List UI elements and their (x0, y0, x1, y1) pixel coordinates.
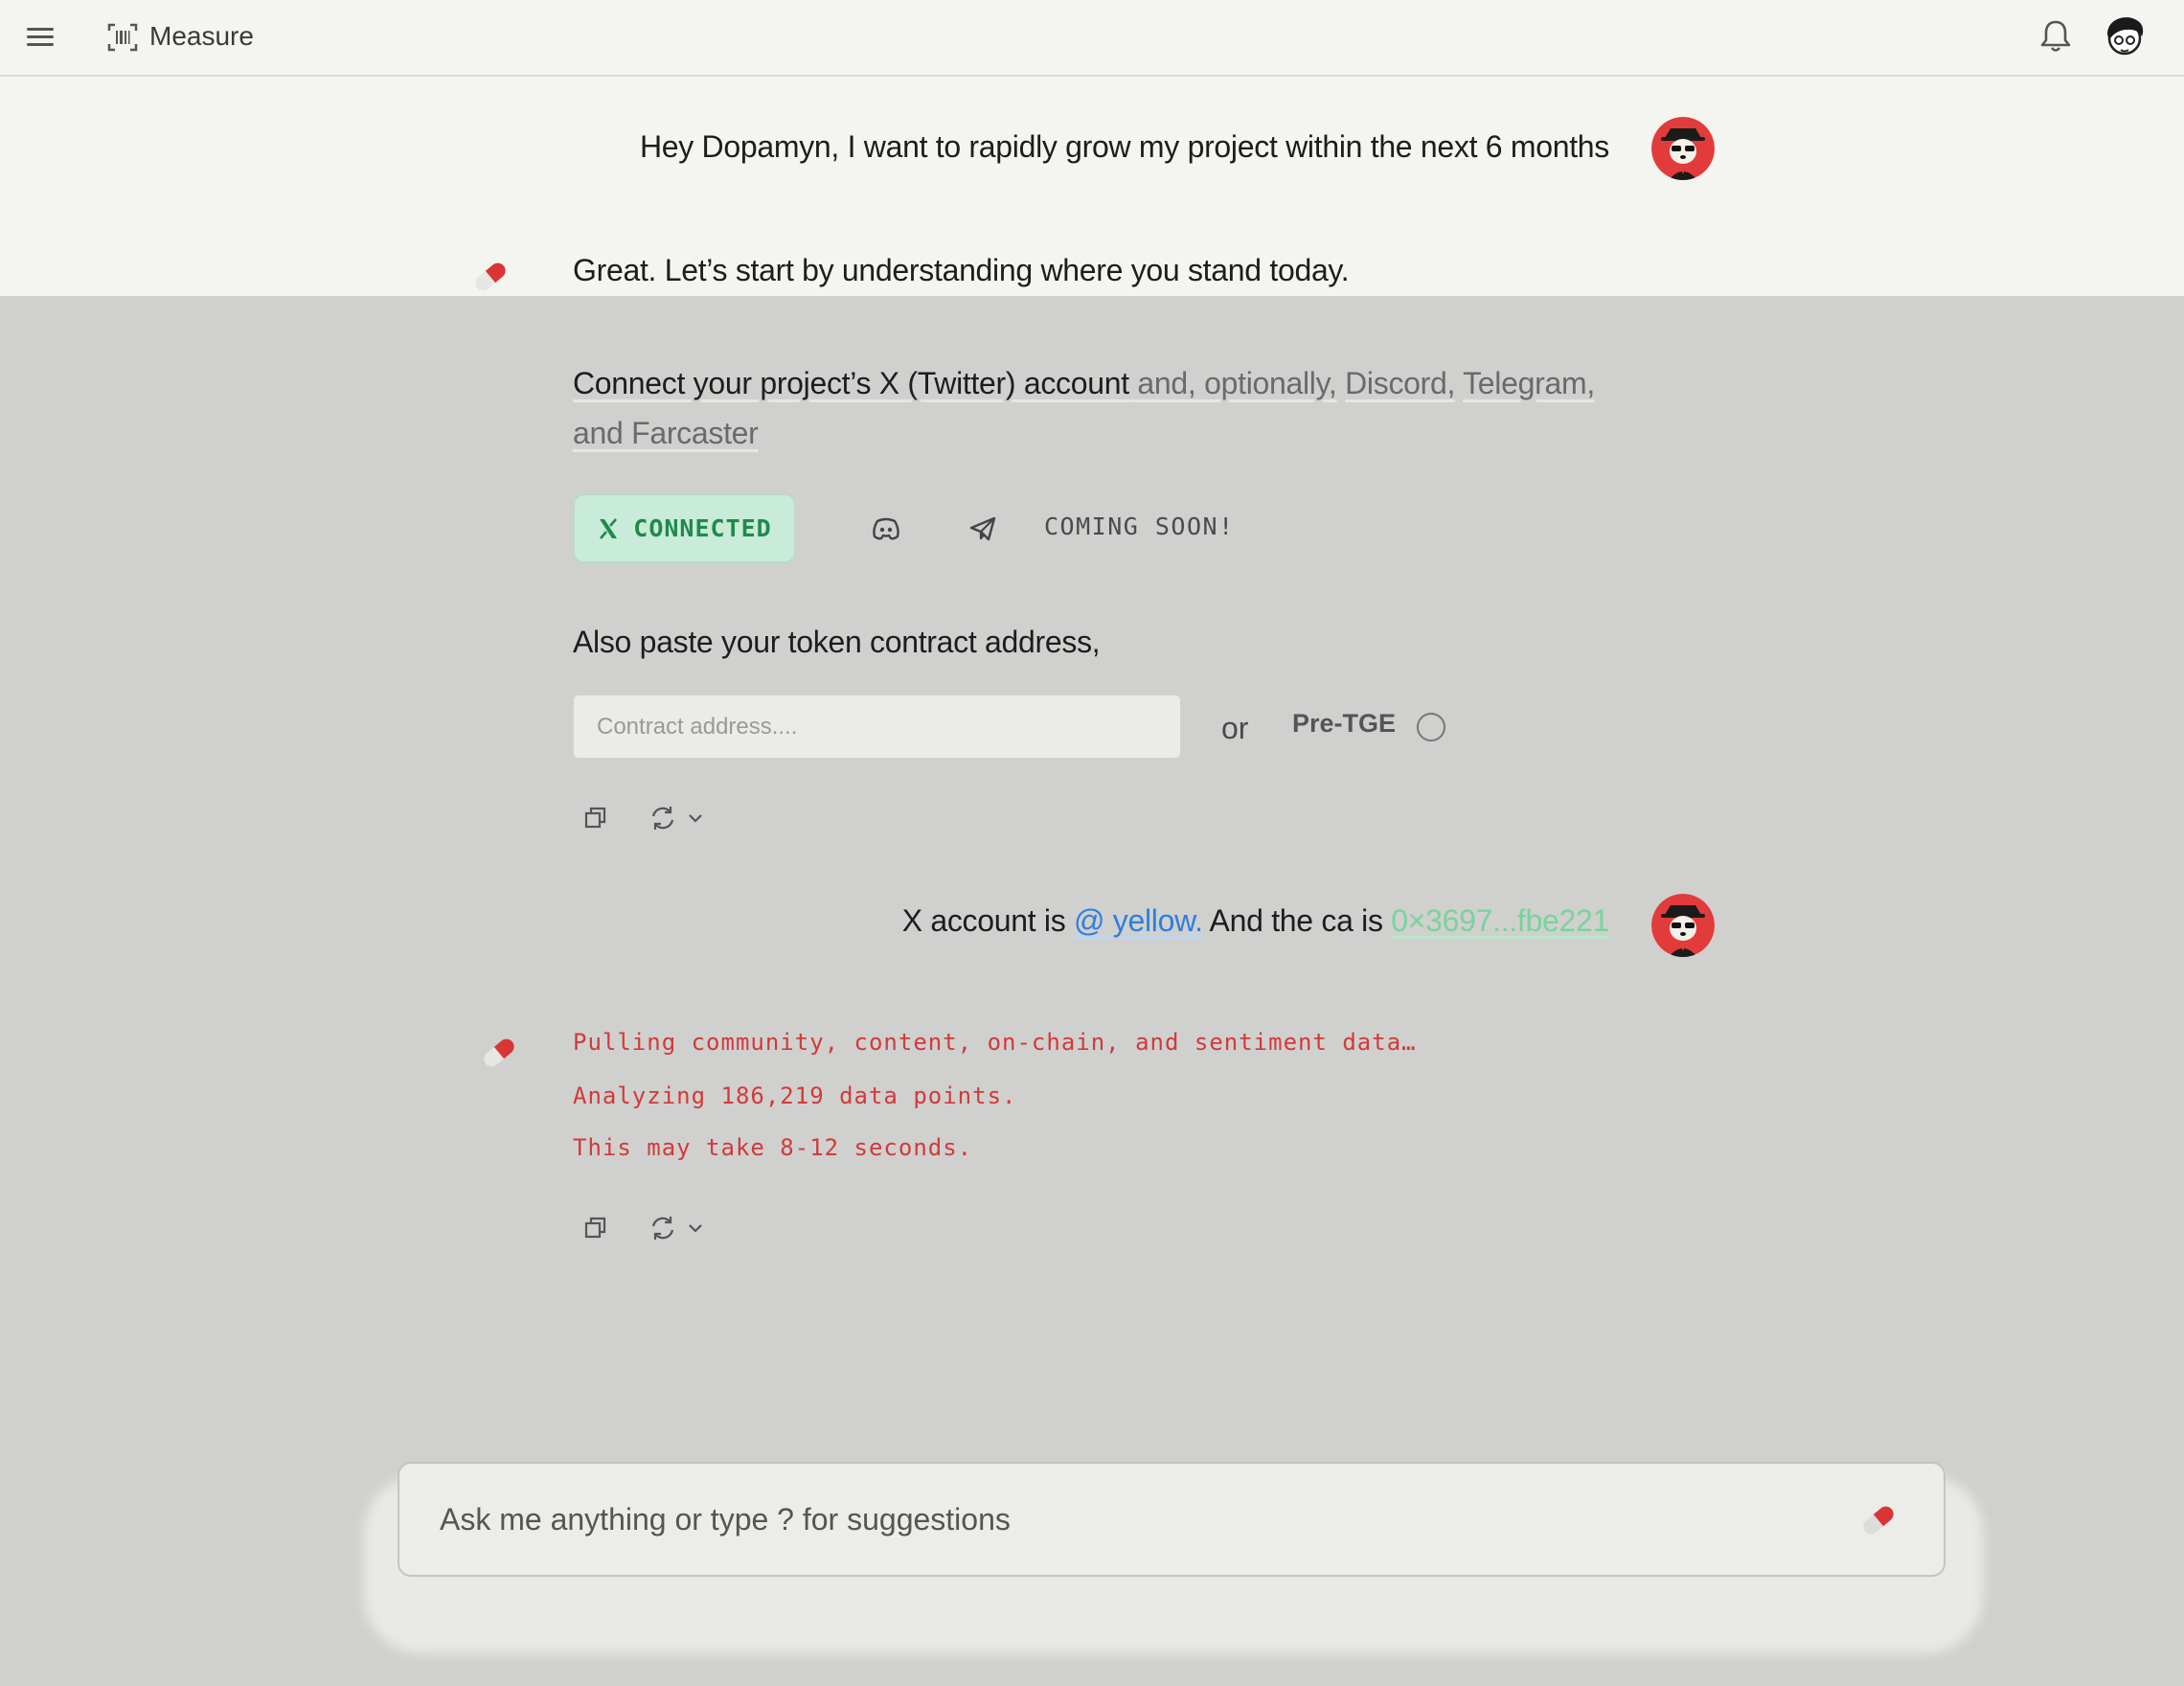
pill-send-icon[interactable] (1855, 1498, 1901, 1542)
chat-composer (398, 1462, 1945, 1577)
connect-prompt-telegram: Telegram, (1463, 366, 1595, 400)
x-logo-icon (600, 517, 618, 539)
user-message-2-prefix: X account is (901, 903, 1074, 938)
terminal-line-2: Analyzing 186,219 data points. (573, 1082, 1017, 1109)
or-label: or (1221, 711, 1249, 745)
bell-icon[interactable] (2036, 17, 2075, 56)
pretge-label: Pre-TGE (1292, 709, 1397, 738)
contract-address-input[interactable] (573, 695, 1181, 759)
user-dog-avatar-2[interactable] (1651, 894, 1715, 957)
contract-address-link[interactable]: 0×3697...fbe221 (1391, 903, 1609, 938)
regenerate-icon[interactable] (648, 803, 709, 833)
barcode-scan-icon (107, 23, 138, 52)
user-avatar[interactable] (2100, 11, 2150, 61)
terminal-line-3: This may take 8-12 seconds. (573, 1134, 973, 1161)
dopamyn-pill-icon-2 (484, 1038, 514, 1067)
dopamyn-pill-icon (475, 262, 506, 291)
connect-prompt-optional: and, optionally, (1128, 366, 1337, 400)
chat-input[interactable] (426, 1464, 1871, 1575)
x-connected-label: CONNECTED (633, 514, 772, 542)
connect-prompt: Connect your project’s X (Twitter) accou… (573, 358, 1627, 458)
telegram-icon[interactable] (964, 510, 1002, 548)
x-connected-button[interactable]: CONNECTED (573, 493, 796, 563)
app-header: Measure (0, 0, 2184, 77)
hamburger-menu-icon[interactable] (25, 23, 56, 52)
pretge-radio[interactable] (1417, 713, 1445, 741)
x-handle-link[interactable]: @ yellow. (1074, 903, 1203, 938)
token-prompt: Also paste your token contract address, (573, 625, 1101, 659)
connect-prompt-main: Connect your project’s X (Twitter) accou… (573, 366, 1129, 400)
coming-soon-label: COMING SOON! (1044, 513, 1235, 540)
user-message-2-middle: And the ca is (1202, 903, 1392, 938)
copy-icon[interactable] (582, 805, 609, 832)
copy-icon-2[interactable] (582, 1215, 609, 1242)
regenerate-icon-2[interactable] (648, 1213, 709, 1243)
terminal-line-1: Pulling community, content, on-chain, an… (573, 1029, 1417, 1056)
discord-icon[interactable] (867, 510, 905, 548)
user-dog-avatar[interactable] (1651, 117, 1715, 180)
connect-prompt-farcaster: and Farcaster (573, 416, 759, 450)
user-message-2: X account is @ yellow. And the ca is 0×3… (901, 903, 1610, 939)
app-title: Measure (149, 21, 254, 51)
user-message: Hey Dopamyn, I want to rapidly grow my p… (639, 129, 1609, 164)
connect-prompt-discord: Discord, (1345, 366, 1456, 400)
bot-message: Great. Let’s start by understanding wher… (573, 253, 1350, 287)
